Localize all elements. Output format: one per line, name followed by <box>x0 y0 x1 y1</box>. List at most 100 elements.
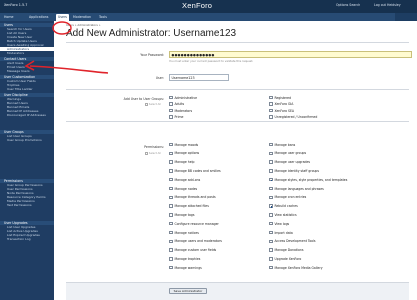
checkbox-box[interactable] <box>169 115 173 119</box>
checkbox-box[interactable] <box>169 257 173 261</box>
checkbox-box[interactable] <box>269 169 273 173</box>
checkbox-box[interactable] <box>169 186 173 191</box>
checkbox-manage-cron-entries[interactable]: Manage cron entries <box>269 195 306 200</box>
checkbox-manage-notices[interactable]: Manage notices <box>169 230 199 235</box>
checkbox-box[interactable] <box>169 204 173 208</box>
checkbox-manage-bb-codes-and-smilies[interactable]: Manage BB codes and smilies <box>169 168 221 173</box>
checkbox-manage-add-ons[interactable]: Manage add-ons <box>169 177 200 182</box>
sidebar-item-group-promotions[interactable]: User Group Promotions <box>0 138 54 142</box>
checkbox-box[interactable] <box>169 177 173 182</box>
sidebar-item-title-ladder[interactable]: User Title Ladder <box>0 87 54 91</box>
user-link[interactable]: Log out Heidsley <box>374 3 401 7</box>
xenforo-logo[interactable]: XenForo <box>182 1 212 10</box>
checkbox-manage-donations[interactable]: Manage Donations <box>269 248 303 253</box>
checkbox-manage-tags[interactable]: Manage tags <box>169 212 194 217</box>
checkbox-box[interactable] <box>269 204 273 208</box>
checkbox-box[interactable] <box>169 265 173 270</box>
sidebar-item-moderators[interactable]: Moderators <box>0 51 54 55</box>
checkbox-adults[interactable]: Adults <box>169 102 184 107</box>
checkbox-manage-attached-files[interactable]: Manage attached files <box>169 204 209 209</box>
checkbox-label: XenForo SEA <box>274 108 295 113</box>
sidebar-item-transaction-log[interactable]: Transaction Log <box>0 237 54 241</box>
checkbox-box[interactable] <box>269 95 273 100</box>
checkbox-manage-trophies[interactable]: Manage trophies <box>169 256 200 261</box>
breadcrumb[interactable]: Users » Administrators » <box>66 23 100 27</box>
checkbox-box[interactable] <box>169 102 173 106</box>
checkbox-manage-nodes[interactable]: Manage nodes <box>169 186 197 191</box>
checkbox-registered[interactable]: Registered <box>269 95 291 100</box>
checkbox-manage-custom-user-fields[interactable]: Manage custom user fields <box>169 248 216 253</box>
save-administrator-button[interactable]: Save Administrator <box>169 288 207 294</box>
checkbox-moderators[interactable]: Moderators <box>169 108 192 113</box>
checkbox-xenforo-gia[interactable]: XenForo GIA <box>269 102 293 107</box>
checkbox-manage-identity-staff-groups[interactable]: Manage identity staff groups <box>269 168 319 173</box>
checkbox-manage-help[interactable]: Manage help <box>169 160 194 165</box>
checkbox-box[interactable] <box>269 221 273 226</box>
user-field[interactable]: Username123 <box>169 74 229 81</box>
checkbox-prime[interactable]: Prime <box>169 115 183 120</box>
checkbox-view-logs[interactable]: View logs <box>269 221 289 226</box>
checkbox-box[interactable] <box>269 115 273 119</box>
checkbox-rebuild-caches[interactable]: Rebuild caches <box>269 204 298 209</box>
checkbox-administrative[interactable]: Administrative <box>169 95 197 100</box>
sidebar-item-discouraged-ips[interactable]: Discouraged IP Addresses <box>0 113 54 117</box>
checkbox-box[interactable] <box>269 142 273 147</box>
password-field[interactable]: ●●●●●●●●●●●●●● <box>169 51 412 58</box>
checkbox-box[interactable] <box>169 230 173 235</box>
checkbox-manage-threads-and-posts[interactable]: Manage threads and posts <box>169 195 216 200</box>
checkbox-box[interactable] <box>169 195 173 200</box>
checkbox-manage-xenforo-media-gallery[interactable]: Manage XenForo Media Gallery <box>269 265 323 270</box>
checkbox-box[interactable] <box>169 142 173 147</box>
checkbox-manage-options[interactable]: Manage options <box>169 151 199 156</box>
checkbox-box[interactable] <box>169 151 173 156</box>
checkbox-box[interactable] <box>269 265 273 270</box>
permissions-select-all[interactable]: Select All <box>145 152 161 155</box>
checkbox-manage-users-and-moderators[interactable]: Manage users and moderators <box>169 239 222 244</box>
checkbox-box[interactable] <box>269 213 273 217</box>
checkbox-import-data[interactable]: Import data <box>269 230 293 235</box>
checkbox-box[interactable] <box>269 186 273 191</box>
checkbox-box[interactable] <box>269 102 273 106</box>
sidebar-item-test-permissions[interactable]: Test Permissions <box>0 203 54 207</box>
checkbox-box[interactable] <box>269 257 273 261</box>
checkbox-box[interactable] <box>269 239 273 244</box>
checkbox-box[interactable] <box>269 151 273 156</box>
tab-home[interactable]: Home <box>3 15 14 19</box>
checkbox-box[interactable] <box>269 108 273 113</box>
checkbox-box[interactable] <box>169 160 173 164</box>
checkbox-box[interactable] <box>269 195 273 200</box>
checkbox-box[interactable] <box>269 230 273 235</box>
checkbox-box[interactable] <box>269 160 273 164</box>
search-link[interactable]: Options Search <box>336 3 360 7</box>
select-all-checkbox[interactable] <box>145 103 148 106</box>
checkbox-manage-bans[interactable]: Manage bans <box>269 142 295 147</box>
checkbox-manage-user-upgrades[interactable]: Manage user upgrades <box>269 160 310 165</box>
checkbox-box[interactable] <box>169 108 173 113</box>
checkbox-configure-resource-manager[interactable]: Configure resource manager <box>169 221 219 226</box>
checkbox-box[interactable] <box>169 169 173 173</box>
checkbox-unregistered-unconfirmed[interactable]: Unregistered / Unconfirmed <box>269 115 317 120</box>
checkbox-manage-styles-style-properties-and-templates[interactable]: Manage styles, style properties, and tem… <box>269 177 347 182</box>
checkbox-box[interactable] <box>169 221 173 226</box>
tab-applications[interactable]: Applications <box>28 15 49 19</box>
checkbox-box[interactable] <box>169 248 173 252</box>
checkbox-box[interactable] <box>269 177 273 182</box>
checkbox-box[interactable] <box>169 95 173 100</box>
checkbox-access-development-tools[interactable]: Access Development Tools <box>269 239 316 244</box>
tab-moderation[interactable]: Moderation <box>72 15 92 19</box>
checkbox-manage-warnings[interactable]: Manage warnings <box>169 265 202 270</box>
checkbox-box[interactable] <box>169 213 173 217</box>
checkbox-manage-moods[interactable]: Manage moods <box>169 142 198 147</box>
groups-select-all[interactable]: Select All <box>145 103 161 106</box>
checkbox-view-statistics[interactable]: View statistics <box>269 212 297 217</box>
checkbox-manage-languages-and-phrases[interactable]: Manage languages and phrases <box>269 186 324 191</box>
select-all-checkbox[interactable] <box>145 152 148 155</box>
checkbox-box[interactable] <box>269 248 273 252</box>
checkbox-manage-user-groups[interactable]: Manage user groups <box>269 151 306 156</box>
sidebar-item-message-users[interactable]: Message Users <box>0 69 54 73</box>
tab-users[interactable]: Users <box>56 14 69 21</box>
checkbox-xenforo-sea[interactable]: XenForo SEA <box>269 108 294 113</box>
checkbox-box[interactable] <box>169 239 173 244</box>
checkbox-upgrade-xenforo[interactable]: Upgrade XenForo <box>269 256 301 261</box>
tab-tools[interactable]: Tools <box>98 15 108 19</box>
